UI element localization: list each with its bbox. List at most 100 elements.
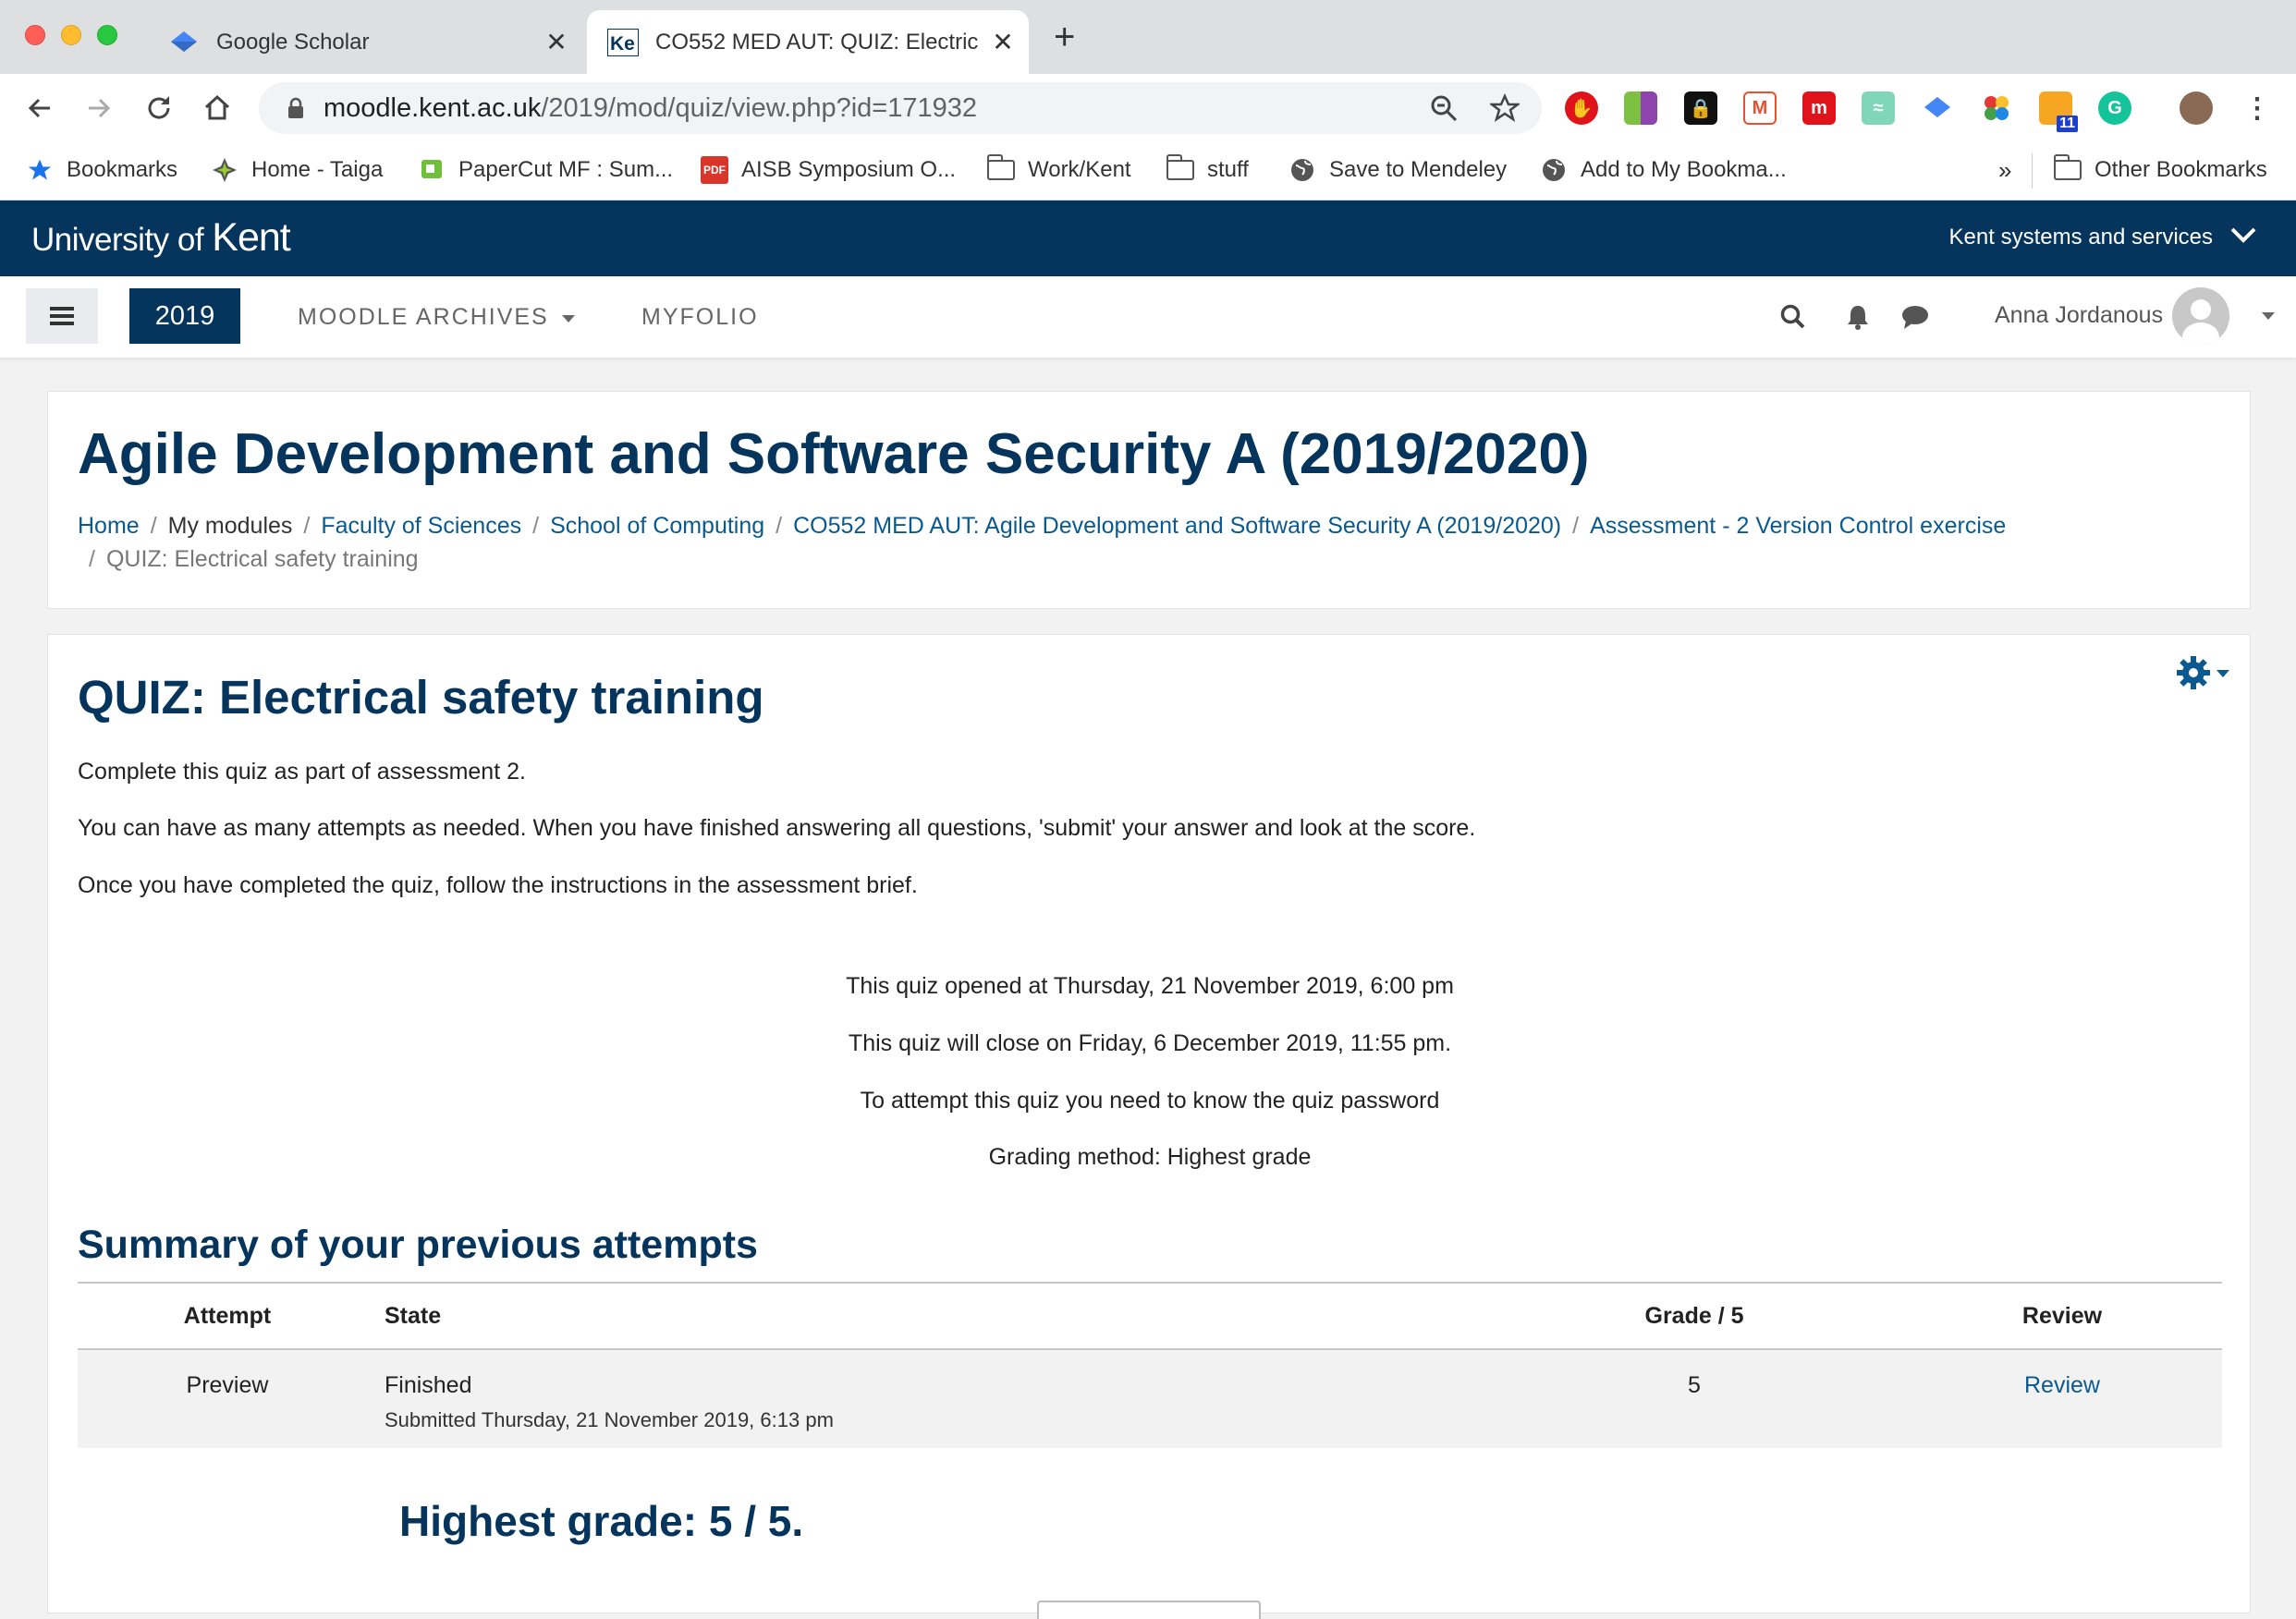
bookmark-item[interactable]: PDF AISB Symposium O...	[701, 153, 956, 187]
bookmark-label: Add to My Bookma...	[1581, 157, 1787, 182]
breadcrumb-separator: /	[1572, 513, 1580, 539]
breadcrumb-section[interactable]: Assessment - 2 Version Control exercise	[1590, 513, 2006, 539]
highest-grade: Highest grade: 5 / 5.	[399, 1497, 804, 1545]
attempt-quiz-button[interactable]	[1037, 1601, 1261, 1619]
year-home-link[interactable]: 2019	[129, 288, 240, 344]
bookmark-label: Other Bookmarks	[2094, 157, 2267, 182]
quiz-password-note: To attempt this quiz you need to know th…	[860, 1088, 1440, 1114]
actions-menu-button[interactable]	[2176, 655, 2229, 695]
bookmark-item[interactable]: PaperCut MF : Sum...	[418, 153, 673, 187]
quiz-open-date: This quiz opened at Thursday, 21 Novembe…	[846, 973, 1454, 999]
bookmark-label: AISB Symposium O...	[741, 157, 957, 182]
breadcrumb-course[interactable]: CO552 MED AUT: Agile Development and Sof…	[793, 513, 1561, 539]
extension-icon[interactable]	[1624, 91, 1657, 125]
tab-moodle-quiz[interactable]: Ke CO552 MED AUT: QUIZ: Electric ✕	[587, 10, 1029, 74]
star-icon	[26, 156, 54, 184]
bookmark-folder[interactable]: Work/Kent	[986, 153, 1131, 187]
messages-icon[interactable]	[1899, 300, 1932, 334]
breadcrumb-my-modules: My modules	[167, 513, 293, 539]
bookmark-label: Home - Taiga	[251, 157, 384, 182]
url-host: moodle.kent.ac.uk	[324, 92, 542, 123]
home-icon[interactable]	[196, 87, 238, 129]
lastpass-icon[interactable]: 🔒	[1684, 91, 1717, 125]
browser-toolbar: moodle.kent.ac.uk /2019/mod/quiz/view.ph…	[0, 74, 2296, 142]
tab-title: CO552 MED AUT: QUIZ: Electric	[655, 29, 979, 55]
bookmark-item[interactable]: Bookmarks	[26, 153, 177, 187]
other-bookmarks-folder[interactable]: Other Bookmarks	[2053, 153, 2267, 187]
bookmark-item[interactable]: Add to My Bookma...	[1540, 153, 1787, 187]
bookmarks-divider	[2032, 153, 2033, 189]
caret-down-icon	[2217, 667, 2229, 684]
close-window-button[interactable]	[25, 25, 45, 45]
bookmark-folder[interactable]: stuff	[1166, 153, 1249, 187]
back-icon[interactable]	[18, 87, 61, 129]
bookmark-item[interactable]: Home - Taiga	[211, 153, 383, 187]
forward-icon[interactable]	[78, 87, 120, 129]
kent-services-menu[interactable]: Kent systems and services	[1949, 225, 2257, 250]
scholar-extension-icon[interactable]	[1921, 91, 1954, 125]
attempt-cell: Preview	[78, 1349, 377, 1448]
moodle-archives-menu[interactable]: MOODLE ARCHIVES	[298, 304, 575, 331]
quiz-title: QUIZ: Electrical safety training	[78, 671, 764, 724]
tab-google-scholar[interactable]: Google Scholar ✕	[148, 10, 582, 74]
url-path: /2019/mod/quiz/view.php?id=171932	[541, 92, 977, 123]
profile-avatar-icon[interactable]	[2180, 91, 2213, 125]
grading-method: Grading method: Highest grade	[988, 1144, 1312, 1170]
user-name[interactable]: Anna Jordanous	[1995, 302, 2163, 329]
chevrons-icon: »	[1998, 155, 2012, 184]
table-row: Preview Finished Submitted Thursday, 21 …	[78, 1349, 2222, 1448]
extension-icon[interactable]: m	[1802, 91, 1836, 125]
colorful-extension-icon[interactable]	[1980, 91, 2013, 125]
bookmark-star-icon[interactable]	[1486, 90, 1523, 127]
search-icon[interactable]	[1777, 300, 1810, 334]
bookmark-label: Work/Kent	[1028, 157, 1131, 182]
breadcrumb-home[interactable]: Home	[78, 513, 140, 539]
caret-down-icon	[561, 304, 575, 331]
minimize-window-button[interactable]	[61, 25, 81, 45]
table-header-row: Attempt State Grade / 5 Review	[78, 1282, 2222, 1350]
new-tab-icon[interactable]: +	[1054, 18, 1075, 55]
audio-extension-icon[interactable]: ≈	[1862, 91, 1895, 125]
hamburger-icon	[50, 307, 74, 325]
myfolio-link[interactable]: MYFOLIO	[641, 304, 759, 331]
rss-extension-icon[interactable]: 11	[2039, 91, 2078, 132]
bookmark-label: Bookmarks	[67, 157, 178, 182]
close-tab-icon[interactable]: ✕	[538, 27, 575, 57]
kent-logo[interactable]: University of Kent	[31, 215, 291, 261]
quiz-intro-line: Once you have completed the quiz, follow…	[78, 872, 918, 898]
close-tab-icon[interactable]: ✕	[984, 27, 1021, 57]
column-header-state: State	[377, 1282, 1486, 1350]
breadcrumb-faculty[interactable]: Faculty of Sciences	[321, 513, 521, 539]
zoom-icon[interactable]	[1425, 90, 1462, 127]
papercut-icon	[418, 156, 446, 184]
attempts-table: Attempt State Grade / 5 Review Preview F…	[78, 1282, 2222, 1448]
quiz-intro-line: Complete this quiz as part of assessment…	[78, 759, 526, 785]
page-header: Agile Development and Software Security …	[47, 391, 2251, 609]
tab-title: Google Scholar	[216, 29, 370, 55]
column-header-grade: Grade / 5	[1486, 1282, 1902, 1350]
review-link[interactable]: Review	[2024, 1372, 2100, 1398]
grammarly-icon[interactable]: G	[2098, 91, 2131, 125]
column-header-attempt: Attempt	[78, 1282, 377, 1350]
attempt-state: Finished	[385, 1372, 472, 1398]
bookmarks-overflow-button[interactable]: »	[1998, 153, 2011, 187]
taiga-icon	[211, 156, 238, 184]
breadcrumb-separator: /	[150, 513, 157, 539]
breadcrumb-separator: /	[532, 513, 540, 539]
bookmark-item[interactable]: Save to Mendeley	[1288, 153, 1507, 187]
logo-name: Kent	[212, 215, 290, 260]
user-avatar[interactable]	[2172, 287, 2229, 345]
bookmarks-bar: Bookmarks Home - Taiga PaperCut MF : Sum…	[0, 142, 2296, 201]
bookmark-label: stuff	[1207, 157, 1249, 182]
user-menu-caret-icon[interactable]	[2252, 300, 2285, 334]
notifications-bell-icon[interactable]	[1841, 300, 1875, 334]
mendeley-icon[interactable]: M	[1743, 91, 1777, 125]
submitted-timestamp: Submitted Thursday, 21 November 2019, 6:…	[385, 1408, 834, 1431]
drawer-toggle-button[interactable]	[26, 288, 98, 344]
maximize-window-button[interactable]	[97, 25, 117, 45]
reload-icon[interactable]	[138, 87, 180, 129]
breadcrumb-school[interactable]: School of Computing	[550, 513, 764, 539]
address-bar[interactable]: moodle.kent.ac.uk /2019/mod/quiz/view.ph…	[259, 82, 1542, 134]
menu-kebab-icon[interactable]: ⋮	[2241, 91, 2274, 125]
adblock-icon[interactable]: ✋	[1565, 91, 1598, 125]
